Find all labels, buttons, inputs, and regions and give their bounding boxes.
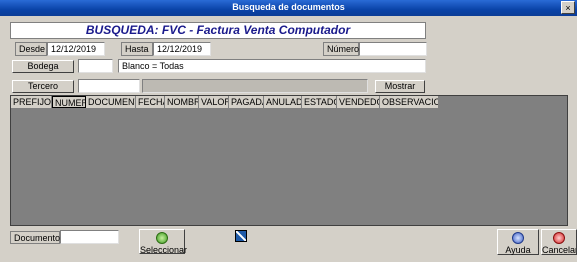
ayuda-label: Ayuda xyxy=(505,245,531,255)
column-header-observacion[interactable]: OBSERVACION xyxy=(380,96,439,108)
tercero-field[interactable] xyxy=(78,79,140,93)
hasta-date-field[interactable]: 12/12/2019 xyxy=(153,42,211,56)
checkmark-icon xyxy=(156,232,168,244)
desde-date-field[interactable]: 12/12/2019 xyxy=(47,42,105,56)
window-title: Busqueda de documentos xyxy=(232,2,345,12)
mostrar-button[interactable]: Mostrar xyxy=(375,80,425,93)
page-title: BUSQUEDA: FVC - Factura Venta Computador xyxy=(10,22,426,39)
tercero-button[interactable]: Tercero xyxy=(12,80,74,93)
column-header-vendedor[interactable]: VENDEDOR xyxy=(337,96,380,108)
column-header-fecha[interactable]: FECHA xyxy=(136,96,165,108)
bodega-button[interactable]: Bodega xyxy=(12,60,74,73)
grid-header: PREFIJO NUMERO DOCUMENTO FECHA NOMBRE VA… xyxy=(11,96,439,108)
tercero-name-field xyxy=(142,79,368,93)
column-header-nombre[interactable]: NOMBRE xyxy=(165,96,199,108)
column-header-pagada[interactable]: PAGADA xyxy=(229,96,264,108)
grid-toggle-icon[interactable] xyxy=(235,230,247,242)
desde-label: Desde xyxy=(15,42,47,56)
numero-label: Número xyxy=(323,42,359,56)
help-icon xyxy=(512,232,524,244)
hasta-label: Hasta xyxy=(121,42,153,56)
documents-grid[interactable]: PREFIJO NUMERO DOCUMENTO FECHA NOMBRE VA… xyxy=(10,95,568,226)
column-header-valor[interactable]: VALOR xyxy=(199,96,229,108)
close-window-button[interactable]: × xyxy=(561,1,575,14)
seleccionar-button[interactable]: Seleccionar xyxy=(139,229,188,255)
seleccionar-label: Seleccionar xyxy=(140,245,188,255)
cancel-icon xyxy=(553,232,565,244)
numero-field[interactable] xyxy=(359,42,427,56)
cancelar-label: Cancelar xyxy=(542,245,577,255)
column-header-anulado[interactable]: ANULADO xyxy=(264,96,302,108)
bodega-hint-field: Blanco = Todas xyxy=(118,59,426,73)
column-header-numero[interactable]: NUMERO xyxy=(52,96,86,108)
column-header-documento[interactable]: DOCUMENTO xyxy=(86,96,136,108)
cancelar-button[interactable]: Cancelar xyxy=(541,229,577,255)
title-bar: Busqueda de documentos × xyxy=(0,0,577,16)
bodega-field[interactable] xyxy=(78,59,113,73)
documento-label: Documento xyxy=(10,231,60,244)
ayuda-button[interactable]: Ayuda xyxy=(497,229,539,255)
column-header-estado[interactable]: ESTADO xyxy=(302,96,337,108)
column-header-prefijo[interactable]: PREFIJO xyxy=(11,96,52,108)
documento-field[interactable] xyxy=(60,230,119,244)
